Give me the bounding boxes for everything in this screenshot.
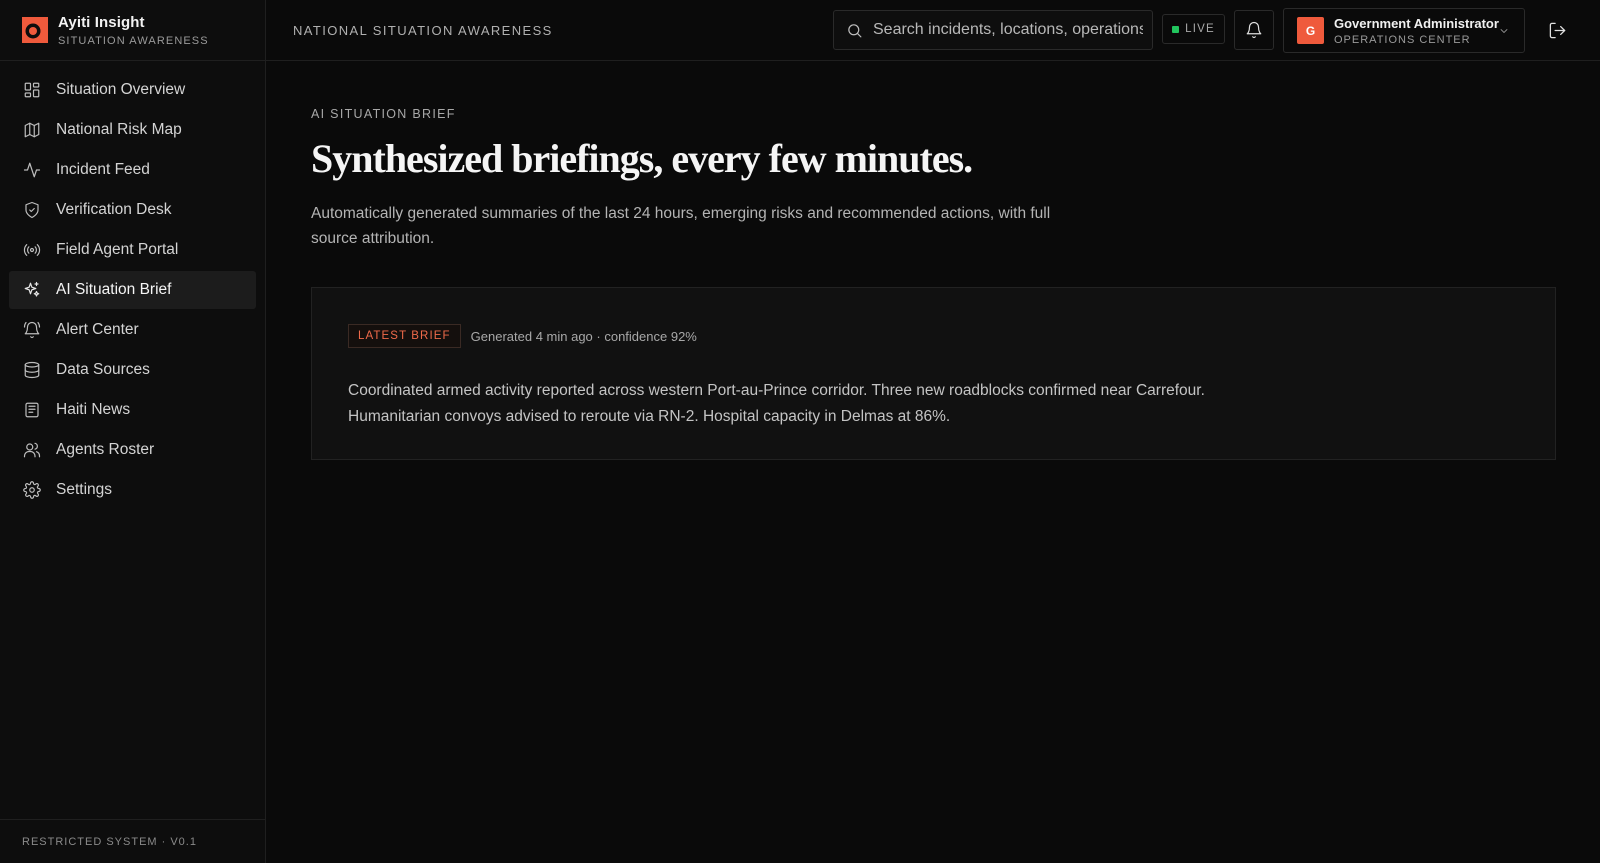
- brand-name: Ayiti Insight: [58, 13, 145, 31]
- gear-icon: [22, 481, 41, 500]
- sidebar-footer: RESTRICTED SYSTEM · V0.1: [0, 819, 266, 863]
- section-eyebrow: AI SITUATION BRIEF: [311, 107, 456, 121]
- map-icon: [22, 121, 41, 140]
- sidebar-item-data-sources[interactable]: Data Sources: [9, 351, 256, 389]
- users-icon: [22, 441, 41, 460]
- bell-ring-icon: [22, 321, 41, 340]
- search-icon: [848, 23, 862, 37]
- search-input[interactable]: [873, 21, 1143, 39]
- topbar: NATIONAL SITUATION AWARENESS LIVE G Gove…: [266, 0, 1600, 61]
- user-role: OPERATIONS CENTER: [1334, 33, 1471, 46]
- database-icon: [22, 361, 41, 380]
- sidebar-item-settings[interactable]: Settings: [9, 471, 256, 509]
- sidebar-item-label: Data Sources: [56, 361, 150, 378]
- log-out-icon: [1549, 22, 1565, 38]
- sidebar-item-field-agent-portal[interactable]: Field Agent Portal: [9, 231, 256, 269]
- sidebar-item-alert-center[interactable]: Alert Center: [9, 311, 256, 349]
- page-description: Automatically generated summaries of the…: [311, 205, 1051, 247]
- sidebar-item-label: Settings: [56, 481, 113, 498]
- latest-brief-badge: LATEST BRIEF: [348, 324, 461, 348]
- brand[interactable]: Ayiti Insight SITUATION AWARENESS: [0, 0, 265, 61]
- main-content: AI SITUATION BRIEF Synthesized briefings…: [311, 61, 1556, 460]
- latest-brief-card: LATEST BRIEF Generated 4 min ago · confi…: [311, 287, 1556, 460]
- page-title: Synthesized briefings, every few minutes…: [311, 136, 973, 181]
- brief-body: Coordinated armed activity reported acro…: [348, 382, 1205, 425]
- logout-button[interactable]: [1545, 18, 1569, 42]
- sidebar: Ayiti Insight SITUATION AWARENESS Situat…: [0, 0, 266, 863]
- brief-generated-info: Generated 4 min ago · confidence 92%: [470, 328, 697, 344]
- user-menu[interactable]: G Government Administrator OPERATIONS CE…: [1283, 8, 1525, 53]
- notifications-button[interactable]: [1234, 10, 1274, 50]
- sidebar-item-agents-roster[interactable]: Agents Roster: [9, 431, 256, 469]
- user-name: Government Administrator: [1334, 15, 1499, 31]
- sparkles-icon: [22, 281, 41, 300]
- brand-subtitle: SITUATION AWARENESS: [58, 34, 209, 47]
- sidebar-item-label: Alert Center: [56, 321, 139, 338]
- avatar: G: [1297, 17, 1324, 44]
- shield-check-icon: [22, 201, 41, 220]
- sidebar-item-label: Field Agent Portal: [56, 241, 179, 258]
- grid-icon: [22, 81, 41, 100]
- sidebar-item-situation-overview[interactable]: Situation Overview: [9, 71, 256, 109]
- sidebar-item-label: Verification Desk: [56, 201, 172, 218]
- search-box[interactable]: [833, 10, 1153, 50]
- newspaper-icon: [22, 401, 41, 420]
- brief-meta: LATEST BRIEF Generated 4 min ago · confi…: [348, 324, 1519, 348]
- brand-logo-icon: [22, 17, 48, 43]
- sidebar-item-label: Incident Feed: [56, 161, 150, 178]
- sidebar-item-label: Agents Roster: [56, 441, 155, 458]
- live-label: LIVE: [1185, 23, 1215, 35]
- sidebar-item-label: AI Situation Brief: [56, 281, 172, 298]
- sidebar-item-national-risk-map[interactable]: National Risk Map: [9, 111, 256, 149]
- sidebar-item-incident-feed[interactable]: Incident Feed: [9, 151, 256, 189]
- sidebar-item-label: Situation Overview: [56, 81, 186, 98]
- activity-icon: [22, 161, 41, 180]
- sidebar-item-haiti-news[interactable]: Haiti News: [9, 391, 256, 429]
- sidebar-item-ai-situation-brief[interactable]: AI Situation Brief: [9, 271, 256, 309]
- sidebar-item-label: Haiti News: [56, 401, 131, 418]
- live-dot: [1172, 25, 1180, 33]
- page-section-title: NATIONAL SITUATION AWARENESS: [293, 22, 553, 38]
- live-indicator: LIVE: [1162, 14, 1225, 44]
- radio-icon: [22, 241, 41, 260]
- sidebar-item-label: National Risk Map: [56, 121, 182, 138]
- bell-icon: [1246, 21, 1262, 39]
- sidebar-item-verification-desk[interactable]: Verification Desk: [9, 191, 256, 229]
- chevron-down-icon: [1498, 24, 1510, 42]
- sidebar-nav: Situation Overview National Risk Map Inc…: [0, 61, 265, 521]
